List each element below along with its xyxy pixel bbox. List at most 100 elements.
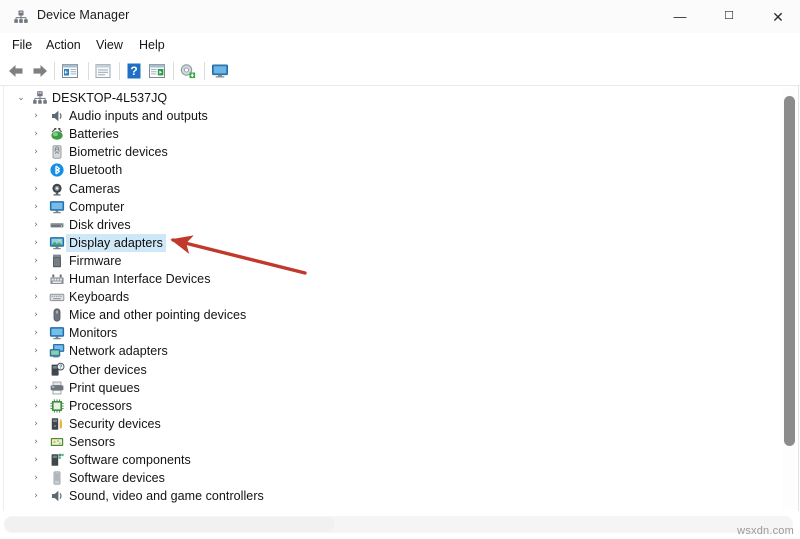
tree-item-label: Print queues (69, 380, 140, 395)
fingerprint-icon (49, 144, 65, 160)
chevron-right-icon[interactable]: › (30, 164, 42, 176)
chevron-right-icon[interactable]: › (30, 472, 42, 484)
device-manager-window: Device Manager — ☐ ✕ File Action View Help … (0, 0, 800, 539)
tree-item-label: Sensors (69, 434, 116, 449)
menu-view[interactable]: View (92, 36, 127, 54)
maximize-button[interactable]: ☐ (706, 0, 752, 33)
back-arrow-icon[interactable] (6, 61, 26, 81)
show-hidden-devices-icon[interactable] (93, 61, 113, 81)
chevron-right-icon[interactable]: › (30, 400, 42, 412)
menu-help[interactable]: Help (135, 36, 169, 54)
tree-item-computer[interactable]: › Computer (4, 198, 764, 216)
keyboard-icon (49, 289, 65, 305)
tree-item-human-interface-devices[interactable]: › Human Interface Devices (4, 270, 764, 288)
chevron-right-icon[interactable]: › (30, 291, 42, 303)
tree-item-monitors[interactable]: › Monitors (4, 324, 764, 342)
tree-item-biometric-devices[interactable]: › Biometric devices (4, 143, 764, 161)
tree-item-label: Keyboards (69, 290, 130, 305)
toolbar: ? (0, 57, 800, 86)
scan-hardware-icon[interactable] (147, 61, 167, 81)
menu-file[interactable]: File (8, 36, 36, 54)
tree-item-label: Software devices (69, 471, 165, 486)
chevron-right-icon[interactable]: › (30, 219, 42, 231)
tree-item-sensors[interactable]: › Sensors (4, 433, 764, 451)
tree-item-security-devices[interactable]: › Security devices (4, 415, 764, 433)
chevron-right-icon[interactable]: › (30, 490, 42, 502)
close-button[interactable]: ✕ (755, 0, 800, 33)
monitor-icon (49, 199, 65, 215)
tree-item-print-queues[interactable]: › Print queues (4, 379, 764, 397)
tree-item-label: Firmware (69, 253, 122, 268)
tree-item-display-adapters[interactable]: › Display adapters (4, 233, 764, 252)
tree-item-network-adapters[interactable]: › Network adapters (4, 342, 764, 360)
chevron-down-icon[interactable]: ⌄ (15, 92, 27, 104)
tree-item-firmware[interactable]: › Firmware (4, 252, 764, 270)
tree-item-label: Audio inputs and outputs (69, 109, 208, 124)
separator-1 (54, 62, 55, 80)
chevron-right-icon[interactable]: › (30, 364, 42, 376)
chevron-right-icon[interactable]: › (30, 345, 42, 357)
tree-item-audio-inputs-and-outputs[interactable]: › Audio inputs and outputs (4, 107, 764, 125)
chevron-right-icon[interactable]: › (30, 110, 42, 122)
printer-icon (49, 380, 65, 396)
tree-item-label: Monitors (69, 326, 118, 341)
tree-item-label: Biometric devices (69, 145, 168, 160)
help-icon[interactable]: ? (124, 61, 144, 81)
tree-item-label: Security devices (69, 416, 161, 431)
chevron-right-icon[interactable]: › (30, 436, 42, 448)
monitor-blue-icon (49, 325, 65, 341)
device-tree[interactable]: ⌄ DESKTOP-4L537JQ › Audio inputs and output… (3, 86, 799, 511)
mouse-icon (49, 307, 65, 323)
svg-text:?: ? (130, 64, 137, 78)
tree-item-software-devices[interactable]: › Software devices (4, 469, 764, 487)
display-adapter-icon (49, 235, 65, 251)
chevron-right-icon[interactable]: › (30, 183, 42, 195)
minimize-button[interactable]: — (657, 0, 703, 33)
separator-3 (119, 62, 120, 80)
update-driver-icon[interactable] (178, 61, 198, 81)
separator-2 (88, 62, 89, 80)
tree-item-label: Human Interface Devices (69, 272, 211, 286)
tree-root-node[interactable]: ⌄ DESKTOP-4L537JQ (4, 89, 764, 107)
tree-item-cameras[interactable]: › Cameras (4, 180, 764, 198)
chevron-right-icon[interactable]: › (30, 382, 42, 394)
tree-item-label: Batteries (69, 127, 119, 142)
other-device-icon: ? (49, 362, 65, 378)
tree-item-label: Sound, video and game controllers (69, 489, 264, 504)
chevron-right-icon[interactable]: › (30, 146, 42, 158)
chevron-right-icon[interactable]: › (30, 201, 42, 213)
chevron-right-icon[interactable]: › (30, 327, 42, 339)
display-device-icon[interactable] (210, 61, 230, 81)
forward-arrow-icon[interactable] (30, 61, 50, 81)
tree-item-batteries[interactable]: › Batteries (4, 125, 764, 143)
menu-action[interactable]: Action (42, 36, 85, 54)
tree-item-other-devices[interactable]: ›? Other devices (4, 361, 764, 379)
chevron-right-icon[interactable]: › (30, 128, 42, 140)
tree-item-label: Network adapters (69, 344, 168, 359)
tree-item-bluetooth[interactable]: › Bluetooth (4, 161, 764, 179)
battery-icon (49, 126, 65, 142)
chevron-right-icon[interactable]: › (30, 309, 42, 321)
tree-item-mice-and-other-pointing-devices[interactable]: › Mice and other pointing devices (4, 306, 764, 324)
tree-item-sound-video-and-game-controllers[interactable]: › Sound, video and game controllers (4, 487, 764, 505)
tree-item-keyboards[interactable]: › Keyboards (4, 288, 764, 306)
tree-item-label: Processors (69, 398, 133, 413)
tree-item-label: Display adapters (66, 233, 166, 252)
tree-item-processors[interactable]: › Processors (4, 397, 764, 415)
window-title: Device Manager (37, 8, 130, 22)
chevron-right-icon[interactable]: › (30, 418, 42, 430)
software-device-icon (49, 470, 65, 486)
tree-item-software-components[interactable]: › Software components (4, 451, 764, 469)
chevron-right-icon[interactable]: › (30, 273, 42, 285)
chevron-right-icon[interactable]: › (30, 255, 42, 267)
tree-item-label: Bluetooth (69, 163, 123, 178)
separator-4 (173, 62, 174, 80)
computer-node-icon (32, 90, 48, 106)
chevron-right-icon[interactable]: › (30, 454, 42, 466)
tree-item-disk-drives[interactable]: › Disk drives (4, 216, 764, 234)
properties-icon[interactable] (60, 61, 80, 81)
horizontal-scrollbar-thumb[interactable] (5, 517, 335, 532)
software-component-icon (49, 452, 65, 468)
chevron-right-icon[interactable]: › (30, 237, 42, 249)
vertical-scrollbar-thumb[interactable] (784, 96, 795, 446)
